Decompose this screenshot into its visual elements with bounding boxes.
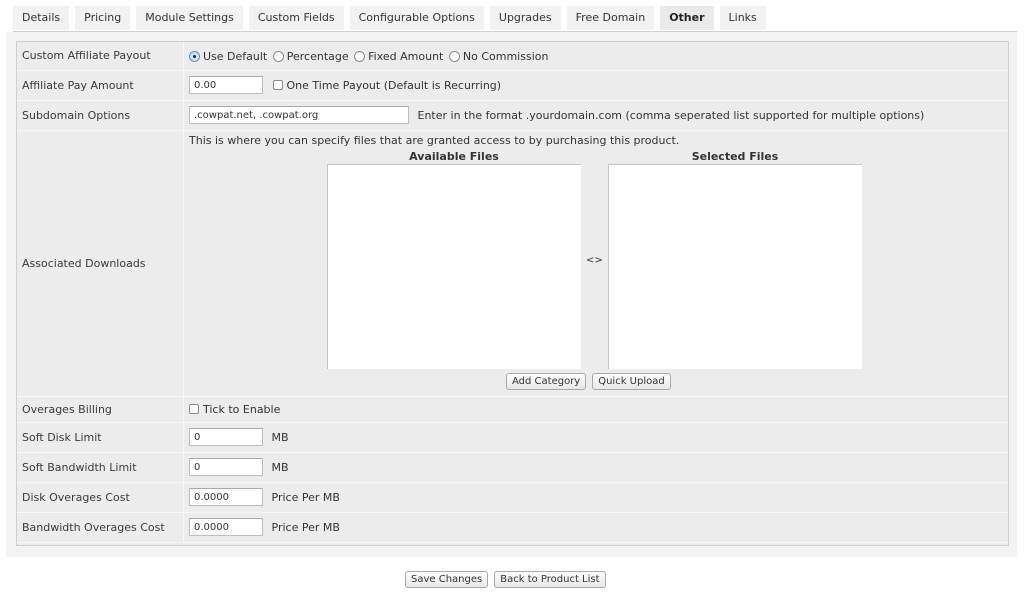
quick-upload-button[interactable]: Quick Upload (592, 372, 671, 390)
radio-no-commission-label: No Commission (462, 49, 549, 63)
soft-bandwidth-limit-label: Soft Bandwidth Limit (17, 452, 184, 483)
radio-unselected-icon (354, 50, 366, 62)
bandwidth-overages-cost-unit: Price Per MB (271, 520, 340, 534)
tab-links[interactable]: Links (719, 6, 766, 30)
disk-overages-cost-input[interactable] (189, 488, 263, 506)
swap-files-button[interactable]: <> (586, 255, 603, 266)
soft-disk-limit-unit: MB (271, 430, 289, 444)
radio-percentage[interactable]: Percentage (272, 49, 351, 63)
tab-free-domain[interactable]: Free Domain (566, 6, 655, 30)
tab-bar: Details Pricing Module Settings Custom F… (13, 6, 766, 31)
disk-overages-cost-unit: Price Per MB (271, 490, 340, 504)
affiliate-pay-amount-input[interactable] (189, 76, 263, 94)
form-actions: Save Changes Back to Product List (405, 571, 606, 588)
product-other-form: Custom Affiliate Payout Use Default Perc… (16, 41, 1009, 546)
selected-files-header: Selected Files (691, 149, 779, 163)
soft-bandwidth-limit-input[interactable] (189, 458, 263, 476)
affiliate-pay-amount-label: Affiliate Pay Amount (17, 70, 184, 101)
soft-disk-limit-label: Soft Disk Limit (17, 422, 184, 453)
custom-affiliate-payout-label: Custom Affiliate Payout (17, 42, 184, 71)
radio-unselected-icon (448, 50, 460, 62)
selected-files-list[interactable] (608, 163, 862, 369)
radio-percentage-label: Percentage (286, 49, 349, 63)
radio-unselected-icon (272, 50, 284, 62)
bandwidth-overages-cost-label: Bandwidth Overages Cost (17, 512, 184, 543)
radio-fixed-amount[interactable]: Fixed Amount (354, 49, 445, 63)
row-disk-overages-cost: Disk Overages Cost Price Per MB (17, 482, 1008, 513)
save-changes-button[interactable]: Save Changes (405, 571, 489, 588)
tab-configurable-options[interactable]: Configurable Options (349, 6, 484, 30)
tick-to-enable-label: Tick to Enable (203, 402, 281, 416)
available-files-list[interactable] (327, 163, 581, 369)
overages-billing-checkbox[interactable]: Tick to Enable (189, 402, 282, 416)
overages-billing-label: Overages Billing (17, 396, 184, 423)
tab-pricing[interactable]: Pricing (75, 6, 131, 30)
tab-module-settings[interactable]: Module Settings (136, 6, 243, 30)
radio-use-default-label: Use Default (203, 49, 268, 63)
add-category-button[interactable]: Add Category (506, 372, 587, 390)
row-overages-billing: Overages Billing Tick to Enable (17, 396, 1008, 423)
row-affiliate-pay-amount: Affiliate Pay Amount One Time Payout (De… (17, 70, 1008, 101)
row-associated-downloads: Associated Downloads This is where you c… (17, 130, 1008, 397)
tab-custom-fields[interactable]: Custom Fields (248, 6, 344, 30)
checkbox-icon (272, 80, 283, 90)
checkbox-icon (189, 404, 199, 415)
one-time-payout-checkbox[interactable]: One Time Payout (Default is Recurring) (272, 78, 504, 92)
radio-selected-icon (189, 50, 200, 62)
row-custom-affiliate-payout: Custom Affiliate Payout Use Default Perc… (17, 42, 1008, 71)
radio-fixed-amount-label: Fixed Amount (368, 49, 444, 63)
subdomain-options-input[interactable] (189, 106, 409, 124)
soft-disk-limit-input[interactable] (189, 428, 263, 446)
available-files-header: Available Files (409, 149, 499, 163)
row-subdomain-options: Subdomain Options Enter in the format .y… (17, 100, 1008, 131)
radio-no-commission[interactable]: No Commission (448, 49, 551, 63)
bandwidth-overages-cost-input[interactable] (189, 518, 263, 536)
radio-use-default[interactable]: Use Default (189, 49, 269, 63)
one-time-payout-label: One Time Payout (Default is Recurring) (286, 78, 502, 92)
subdomain-options-label: Subdomain Options (17, 100, 184, 131)
tab-upgrades[interactable]: Upgrades (489, 6, 561, 30)
associated-downloads-description: This is where you can specify files that… (189, 133, 680, 147)
row-soft-bandwidth-limit: Soft Bandwidth Limit MB (17, 452, 1008, 483)
tab-details[interactable]: Details (13, 6, 70, 30)
row-bandwidth-overages-cost: Bandwidth Overages Cost Price Per MB (17, 512, 1008, 543)
disk-overages-cost-label: Disk Overages Cost (17, 482, 184, 513)
tab-other[interactable]: Other (660, 6, 714, 30)
back-to-product-list-button[interactable]: Back to Product List (494, 571, 606, 588)
associated-downloads-label: Associated Downloads (17, 130, 184, 397)
subdomain-options-hint: Enter in the format .yourdomain.com (com… (417, 108, 925, 122)
row-soft-disk-limit: Soft Disk Limit MB (17, 422, 1008, 453)
soft-bandwidth-limit-unit: MB (271, 460, 289, 474)
